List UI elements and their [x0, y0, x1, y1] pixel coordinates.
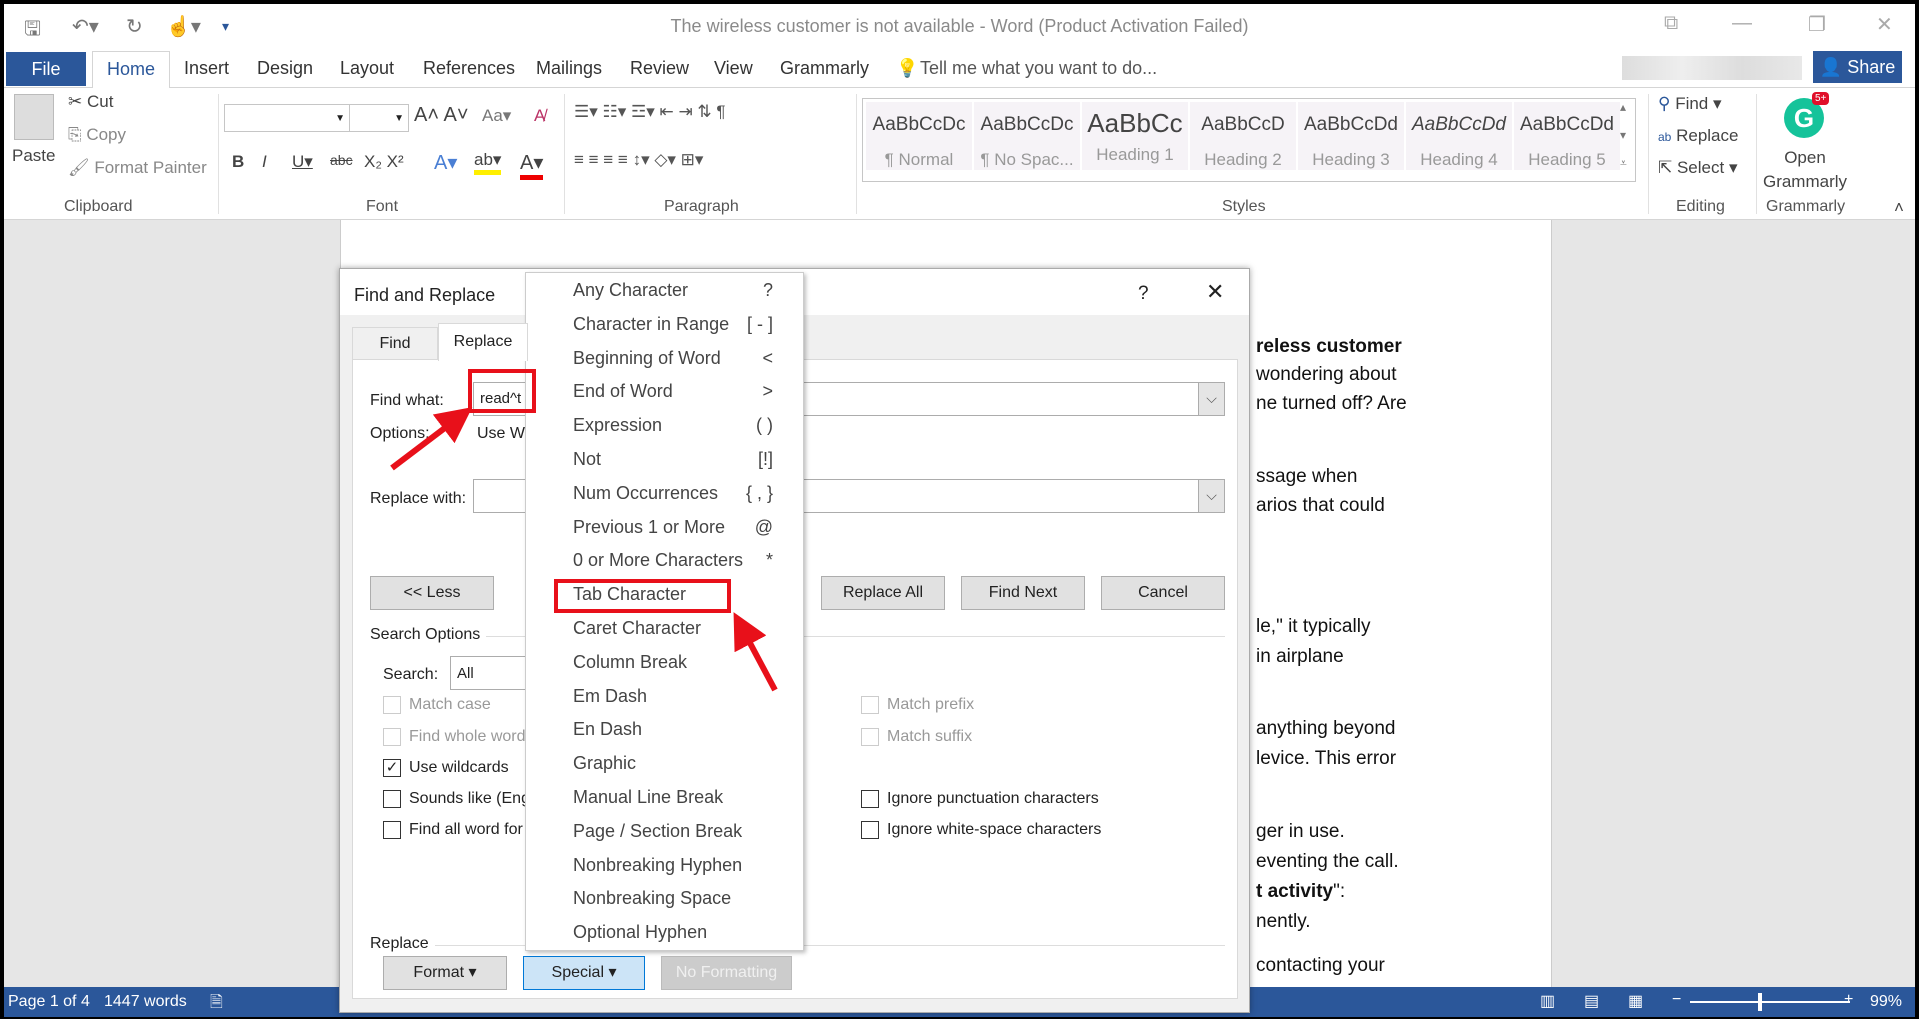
arrow-to-find-what [390, 407, 473, 471]
search-options-label: Search Options [370, 626, 487, 644]
replace-section-label: Replace [370, 935, 435, 953]
arrow-to-tab-character [733, 612, 778, 692]
tab-replace[interactable]: Replace [438, 323, 528, 361]
annotation-arrows [390, 407, 778, 692]
